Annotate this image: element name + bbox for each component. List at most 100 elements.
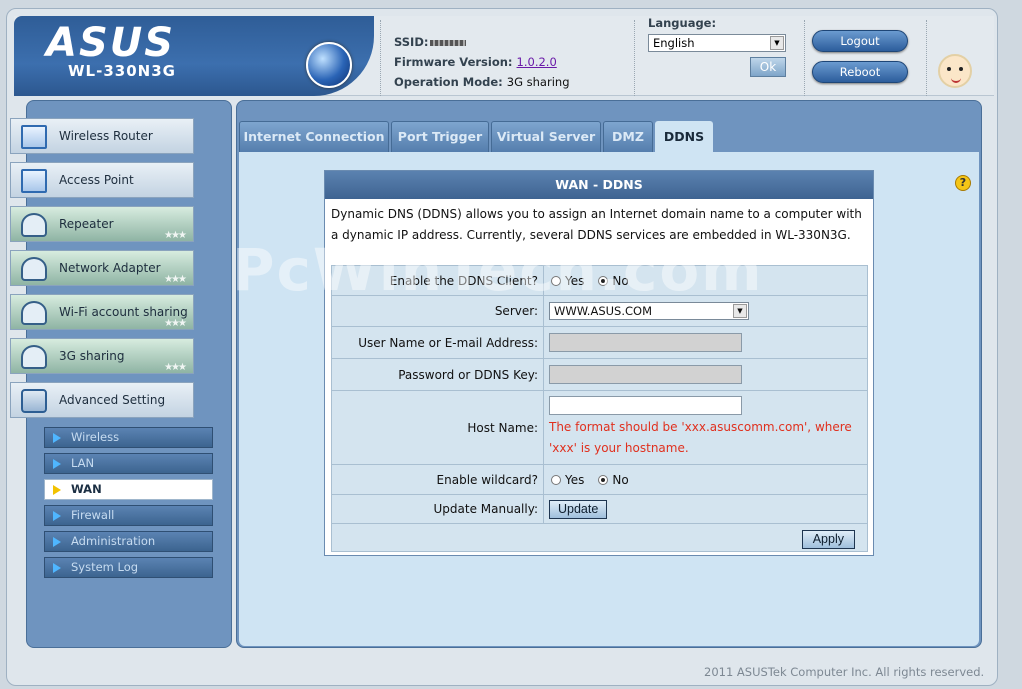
divider [380,20,381,96]
ssid-obscured-icon [430,39,467,46]
server-label: Server: [332,296,544,326]
model-name: WL-330N3G [68,62,176,80]
wildcard-options: Yes No [545,465,867,494]
sidebar-sub-label: LAN [71,456,95,470]
password-input[interactable] [549,365,742,384]
language-select[interactable]: English ▼ [648,34,786,52]
sidebar-sub-system-log[interactable]: System Log [44,557,213,578]
update-button[interactable]: Update [549,499,608,519]
username-input[interactable] [549,333,742,352]
triangle-right-icon [53,563,61,573]
mode-value: 3G sharing [506,75,570,89]
sidebar-item-repeater[interactable]: Repeater ★★★ [10,206,194,242]
ddns-form: Enable the DDNS Client? Yes No Server: W… [331,265,868,552]
copyright-footer: 2011 ASUSTek Computer Inc. All rights re… [704,665,985,679]
update-label: Update Manually: [332,495,544,523]
form-row-password: Password or DDNS Key: [332,359,867,391]
update-field: Update [545,495,867,523]
sidebar-sub-label: Administration [71,534,156,548]
sidebar-sub-label: Wireless [71,430,120,444]
sidebar-sub-label: Firewall [71,508,115,522]
server-field: WWW.ASUS.COM ▼ [545,296,867,326]
wildcard-yes-radio[interactable] [551,474,561,485]
network-adapter-icon [21,257,47,281]
enable-ddns-yes-radio[interactable] [551,275,561,286]
chevron-down-icon: ▼ [733,304,747,318]
form-row-enable: Enable the DDNS Client? Yes No [332,266,867,296]
wildcard-no-radio[interactable] [598,474,609,485]
no-label: No [612,273,629,288]
sidebar-sub-wireless[interactable]: Wireless [44,427,213,448]
form-row-update: Update Manually: Update [332,495,867,524]
tab-internet-connection[interactable]: Internet Connection [239,121,389,152]
triangle-right-icon [53,537,61,547]
sidebar-item-3g-sharing[interactable]: 3G sharing ★★★ [10,338,194,374]
hostname-input[interactable] [549,396,742,415]
username-field [545,327,867,358]
panel-title: WAN - DDNS [325,171,873,199]
tools-icon [21,389,47,413]
username-label: User Name or E-mail Address: [332,327,544,358]
triangle-right-icon [53,511,61,521]
sidebar-sub-lan[interactable]: LAN [44,453,213,474]
globe-icon [306,42,352,88]
sidebar-item-label: Access Point [59,173,134,187]
apply-button[interactable]: Apply [801,530,855,549]
tab-port-trigger[interactable]: Port Trigger [391,121,489,152]
sidebar-item-access-point[interactable]: Access Point [10,162,194,198]
asus-logo: ASUS [46,20,176,66]
sidebar-item-label: Wireless Router [59,129,153,143]
enable-ddns-no-radio[interactable] [598,275,609,286]
stars-icon: ★★★ [164,230,187,241]
tab-ddns[interactable]: DDNS [655,121,713,152]
enable-ddns-label: Enable the DDNS Client? [332,266,544,295]
sidebar-sub-label: WAN [71,482,102,496]
sidebar-sub-wan[interactable]: WAN [44,479,213,500]
3g-sharing-icon [21,345,47,369]
repeater-icon [21,213,47,237]
sidebar-item-label: Repeater [59,217,114,231]
ssid-label: SSID: [394,35,429,49]
stars-icon: ★★★ [164,318,187,329]
enable-ddns-options: Yes No [545,266,867,295]
password-field [545,359,867,390]
sidebar-item-network-adapter[interactable]: Network Adapter ★★★ [10,250,194,286]
router-icon [21,125,47,149]
sidebar-item-wireless-router[interactable]: Wireless Router [10,118,194,154]
server-select[interactable]: WWW.ASUS.COM ▼ [549,302,749,320]
stars-icon: ★★★ [164,362,187,373]
sidebar-sub-label: System Log [71,560,139,574]
sidebar-sub-firewall[interactable]: Firewall [44,505,213,526]
help-icon[interactable]: ? [955,175,971,191]
triangle-right-icon [53,459,61,469]
hostname-field: The format should be 'xxx.asuscomm.com',… [545,391,867,464]
wifi-sharing-icon [21,301,47,325]
tab-virtual-server[interactable]: Virtual Server [491,121,601,152]
password-label: Password or DDNS Key: [332,359,544,390]
logout-button[interactable]: Logout [812,30,908,52]
tab-dmz[interactable]: DMZ [603,121,653,152]
triangle-right-icon [53,485,61,495]
ddns-panel: WAN - DDNS Dynamic DNS (DDNS) allows you… [324,170,874,556]
firmware-link[interactable]: 1.0.2.0 [517,55,557,69]
reboot-button[interactable]: Reboot [812,61,908,83]
sidebar-sub-administration[interactable]: Administration [44,531,213,552]
firmware-label: Firmware Version: [394,55,513,69]
sidebar-item-label: Advanced Setting [59,393,166,407]
sidebar-item-label: 3G sharing [59,349,125,363]
chevron-down-icon: ▼ [770,36,784,50]
stars-icon: ★★★ [164,274,187,285]
no-label: No [612,472,629,487]
hostname-label: Host Name: [332,391,544,464]
sidebar-item-advanced-setting[interactable]: Advanced Setting [10,382,194,418]
sidebar-item-wifi-account-sharing[interactable]: Wi-Fi account sharing ★★★ [10,294,194,330]
header: ASUS WL-330N3G SSID: Firmware Version: 1… [14,16,994,96]
divider [804,20,805,96]
form-row-server: Server: WWW.ASUS.COM ▼ [332,296,867,327]
hostname-hint: The format should be 'xxx.asuscomm.com',… [549,420,852,455]
sidebar-item-label: Network Adapter [59,261,161,275]
yes-label: Yes [565,472,585,487]
language-ok-button[interactable]: Ok [750,57,786,77]
yes-label: Yes [565,273,585,288]
divider [926,20,927,96]
